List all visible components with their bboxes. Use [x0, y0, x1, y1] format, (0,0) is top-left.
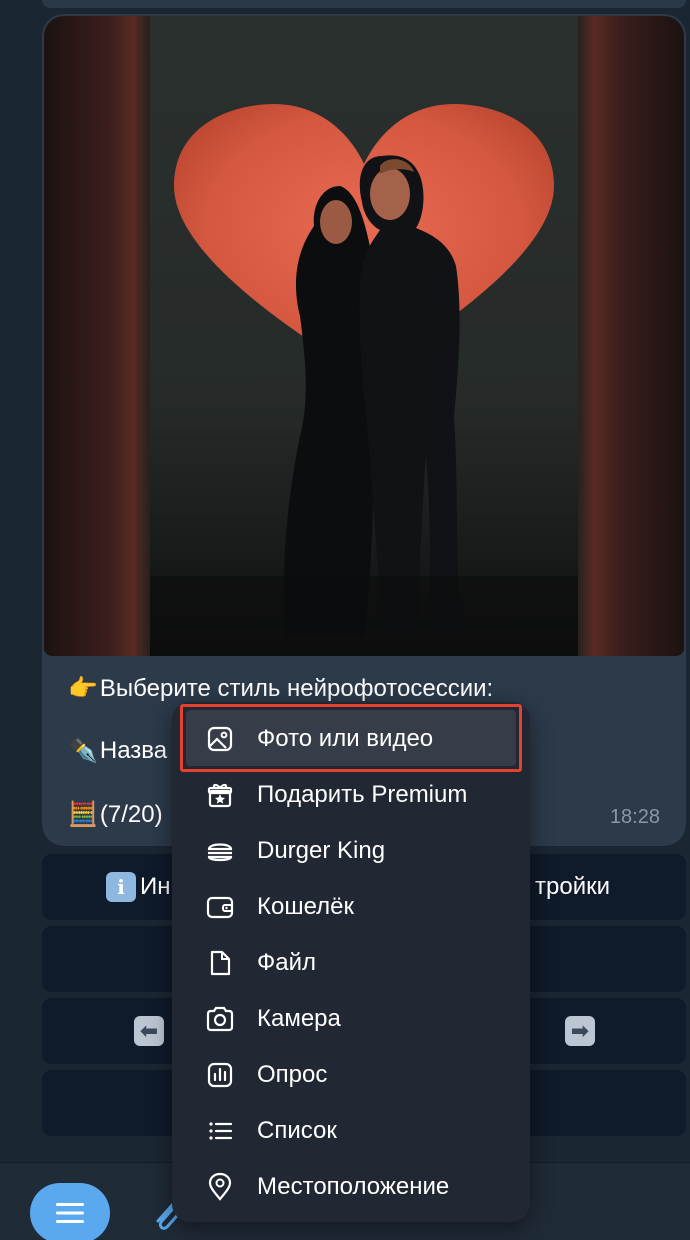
arrow-left-icon: ⬅ [134, 1016, 164, 1046]
camera-icon [204, 1003, 236, 1035]
attach-item-label: Опрос [257, 1061, 328, 1088]
message-text-style: Выберите стиль нейрофотосессии: [99, 674, 494, 702]
settings-button-label: тройки [535, 873, 610, 900]
attach-item-durger-king[interactable]: Durger King [172, 823, 530, 879]
pen-icon: ✒️ [68, 737, 98, 764]
burger-icon [204, 835, 236, 867]
message-text-counter: (7/20) [99, 800, 163, 828]
attach-item-list[interactable]: Список [172, 1103, 530, 1159]
poll-icon [204, 1059, 236, 1091]
attach-item-label: Файл [257, 949, 317, 976]
attach-item-label: Камера [257, 1005, 341, 1032]
wallet-icon [204, 891, 236, 923]
selection-highlight-box [180, 704, 522, 772]
info-icon: i [106, 872, 136, 902]
menu-icon [56, 1203, 84, 1223]
gift-icon [204, 779, 236, 811]
list-icon [204, 1115, 236, 1147]
message-line-counter: 🧮 (7/20) [68, 800, 163, 829]
message-time: 18:28 [609, 806, 660, 828]
attach-item-wallet[interactable]: Кошелёк [172, 879, 530, 935]
attach-item-label: Кошелёк [257, 893, 354, 920]
message-text-name: Назва [99, 736, 168, 764]
attach-item-poll[interactable]: Опрос [172, 1047, 530, 1103]
message-line-name: ✒️ Назва [68, 736, 167, 765]
attach-item-gift-premium[interactable]: Подарить Premium [172, 767, 530, 823]
location-pin-icon [204, 1171, 236, 1203]
couple-photo [150, 16, 578, 656]
message-photo[interactable] [44, 16, 684, 656]
bot-menu-button[interactable] [30, 1183, 110, 1240]
info-button-label: Ин [140, 873, 171, 900]
abacus-icon: 🧮 [68, 801, 98, 828]
attach-item-location[interactable]: Местоположение [172, 1159, 530, 1215]
file-icon [204, 947, 236, 979]
attach-item-label: Список [257, 1117, 337, 1144]
attach-item-label: Местоположение [257, 1173, 450, 1200]
attach-item-camera[interactable]: Камера [172, 991, 530, 1047]
attach-item-label: Подарить Premium [257, 781, 468, 808]
pointing-hand-icon: 👉 [68, 675, 98, 702]
attach-item-file[interactable]: Файл [172, 935, 530, 991]
attach-item-label: Durger King [257, 837, 386, 864]
message-line-style: 👉 Выберите стиль нейрофотосессии: [68, 674, 493, 703]
arrow-right-icon: ➡ [565, 1016, 595, 1046]
previous-message-edge [42, 0, 686, 8]
